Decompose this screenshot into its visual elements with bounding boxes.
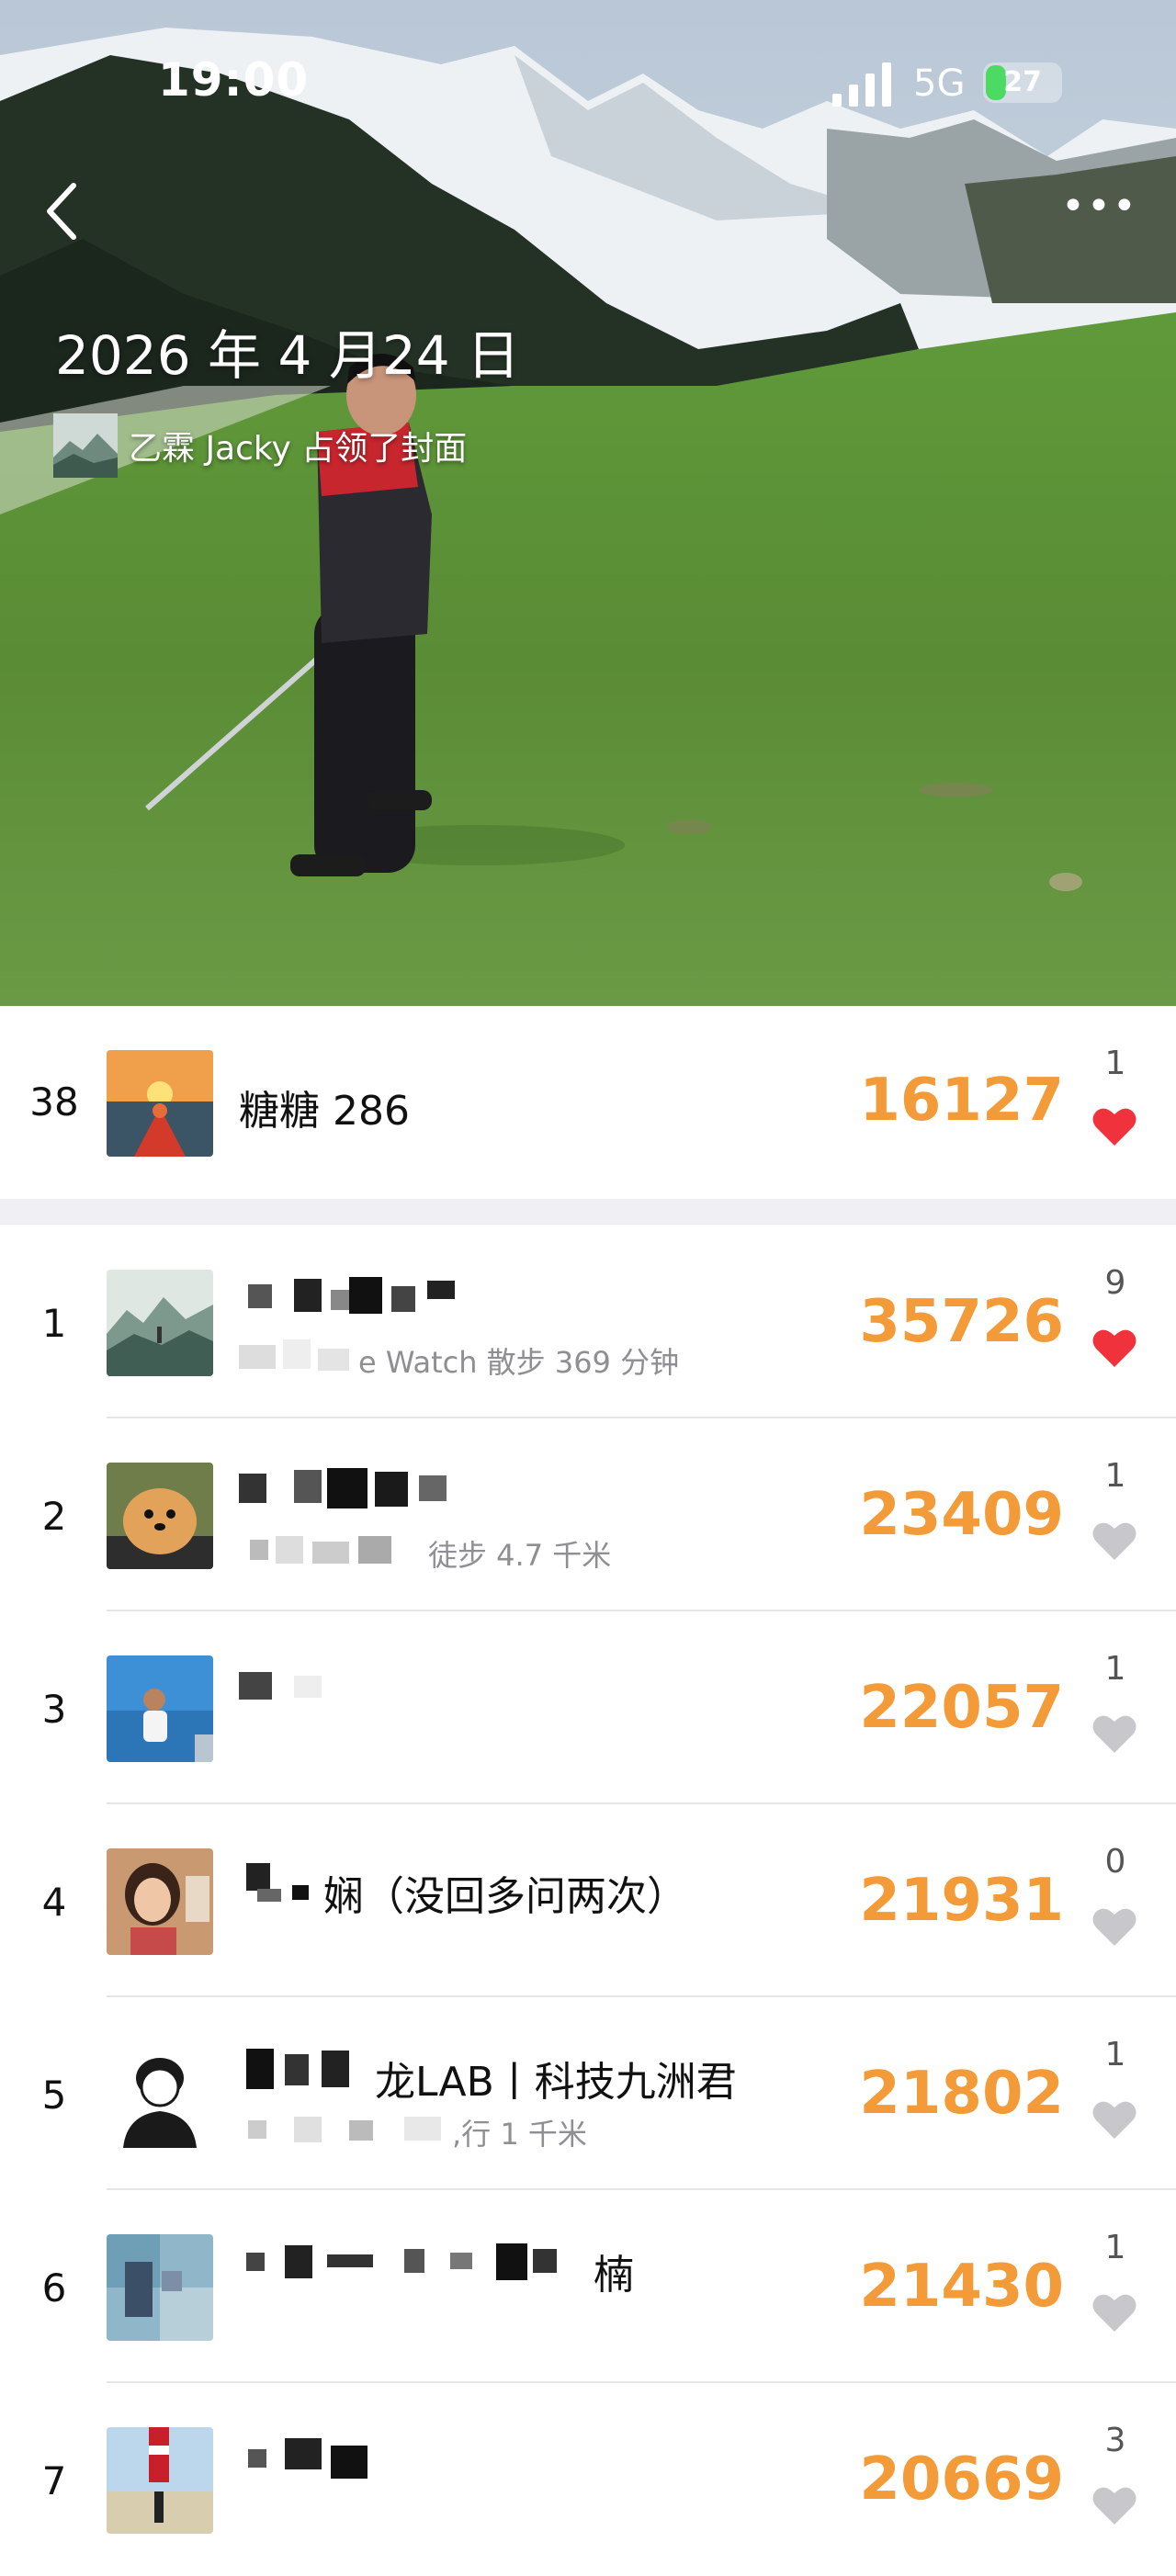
user-name: 楠 bbox=[594, 2252, 634, 2299]
heart-icon[interactable] bbox=[1091, 1905, 1137, 1948]
heart-icon[interactable] bbox=[1091, 1327, 1137, 1369]
list-item[interactable]: 7 20669 3 bbox=[0, 2383, 1176, 2576]
rank-number: 1 bbox=[41, 1301, 67, 1346]
step-count: 21430 bbox=[859, 2253, 1064, 2321]
rank-number: 7 bbox=[41, 2458, 67, 2503]
step-count: 21802 bbox=[859, 2060, 1064, 2128]
my-name: 糖糖 286 bbox=[239, 1088, 410, 1135]
heart-icon[interactable] bbox=[1091, 2098, 1137, 2141]
cover-owner-text: 乙霖 Jacky 占领了封面 bbox=[129, 430, 468, 468]
like-count: 1 bbox=[1104, 2036, 1126, 2073]
rank-number: 5 bbox=[41, 2073, 67, 2118]
like-count: 0 bbox=[1104, 1843, 1126, 1881]
my-rank: 38 bbox=[29, 1079, 79, 1124]
step-count: 23409 bbox=[859, 1481, 1064, 1549]
more-dots-icon: ••• bbox=[1061, 183, 1138, 230]
blurred-name bbox=[239, 1468, 469, 1514]
heart-icon[interactable] bbox=[1091, 2484, 1137, 2526]
like-count: 1 bbox=[1104, 1650, 1126, 1688]
list-item[interactable]: 1 e Watch 散步 369 分钟 35726 9 bbox=[0, 1226, 1176, 1418]
blurred-source bbox=[239, 2111, 459, 2148]
battery-icon: 27 bbox=[983, 62, 1062, 103]
rank-number: 6 bbox=[41, 2265, 67, 2310]
heart-icon[interactable] bbox=[1091, 1105, 1137, 1147]
like-count: 1 bbox=[1104, 1457, 1126, 1495]
step-count: 20669 bbox=[859, 2446, 1064, 2514]
cover-date: 2026 年 4 月24 日 bbox=[55, 324, 521, 387]
heart-icon[interactable] bbox=[1091, 2291, 1137, 2333]
cover-owner[interactable]: 乙霖 Jacky 占领了封面 bbox=[53, 413, 467, 478]
my-rank-row[interactable]: 38 糖糖 286 16127 1 bbox=[0, 1006, 1176, 1199]
list-item[interactable]: 5 龙LAB丨科技九洲君 ,行 1 千米 21802 1 bbox=[0, 1997, 1176, 2190]
like-count: 9 bbox=[1104, 1264, 1126, 1302]
avatar[interactable] bbox=[107, 1463, 213, 1569]
blurred-name bbox=[239, 1666, 340, 1703]
section-divider bbox=[0, 1199, 1176, 1225]
list-item[interactable]: 2 徒步 4.7 千米 23409 1 bbox=[0, 1418, 1176, 1611]
network-type: 5G bbox=[913, 62, 966, 105]
back-button[interactable] bbox=[35, 175, 90, 248]
cellular-signal-icon bbox=[832, 62, 891, 107]
user-name: 娴（没回多问两次） bbox=[323, 1873, 687, 1920]
step-count: 35726 bbox=[859, 1288, 1064, 1356]
avatar[interactable] bbox=[107, 1655, 213, 1762]
step-count: 22057 bbox=[859, 1674, 1064, 1742]
like-count: 1 bbox=[1104, 2229, 1126, 2266]
list-item[interactable]: 3 22057 1 bbox=[0, 1611, 1176, 1804]
rank-number: 3 bbox=[41, 1687, 67, 1732]
blurred-name bbox=[239, 1277, 469, 1323]
activity-info: 徒步 4.7 千米 bbox=[428, 1538, 612, 1573]
my-avatar[interactable] bbox=[107, 1050, 213, 1157]
rank-number: 2 bbox=[41, 1494, 67, 1539]
blurred-source bbox=[239, 1532, 423, 1569]
activity-info: ,行 1 千米 bbox=[452, 2117, 587, 2152]
list-item[interactable]: 6 楠 21430 1 bbox=[0, 2190, 1176, 2383]
chevron-left-icon bbox=[47, 183, 76, 240]
status-bar: 19:00 5G 27 bbox=[0, 0, 1176, 175]
avatar[interactable] bbox=[107, 1848, 213, 1955]
heart-icon[interactable] bbox=[1091, 1712, 1137, 1755]
cover-owner-avatar bbox=[53, 413, 118, 478]
battery-percent: 27 bbox=[1003, 66, 1042, 98]
avatar[interactable] bbox=[107, 2041, 213, 2148]
blurred-name bbox=[239, 2240, 588, 2286]
cover-photo[interactable]: 19:00 5G 27 ••• 2026 年 4 月24 日 乙霖 Jacky … bbox=[0, 0, 1176, 1006]
like-count: 3 bbox=[1104, 2422, 1126, 2459]
list-item[interactable]: 4 娴（没回多问两次） 21931 0 bbox=[0, 1804, 1176, 1997]
my-like-count: 1 bbox=[1104, 1045, 1126, 1082]
avatar[interactable] bbox=[107, 1270, 213, 1376]
avatar[interactable] bbox=[107, 2427, 213, 2534]
blurred-name bbox=[239, 1859, 312, 1905]
my-steps: 16127 bbox=[859, 1067, 1064, 1135]
avatar[interactable] bbox=[107, 2234, 213, 2341]
rank-number: 4 bbox=[41, 1880, 67, 1925]
heart-icon[interactable] bbox=[1091, 1520, 1137, 1562]
step-count: 21931 bbox=[859, 1867, 1064, 1935]
user-name: 龙LAB丨科技九洲君 bbox=[375, 2059, 737, 2106]
status-time: 19:00 bbox=[158, 53, 310, 107]
blurred-source bbox=[239, 1339, 358, 1376]
blurred-name bbox=[239, 2438, 386, 2484]
activity-info: e Watch 散步 369 分钟 bbox=[358, 1345, 680, 1380]
blurred-name bbox=[239, 2047, 377, 2093]
more-button[interactable]: ••• bbox=[1061, 186, 1136, 227]
